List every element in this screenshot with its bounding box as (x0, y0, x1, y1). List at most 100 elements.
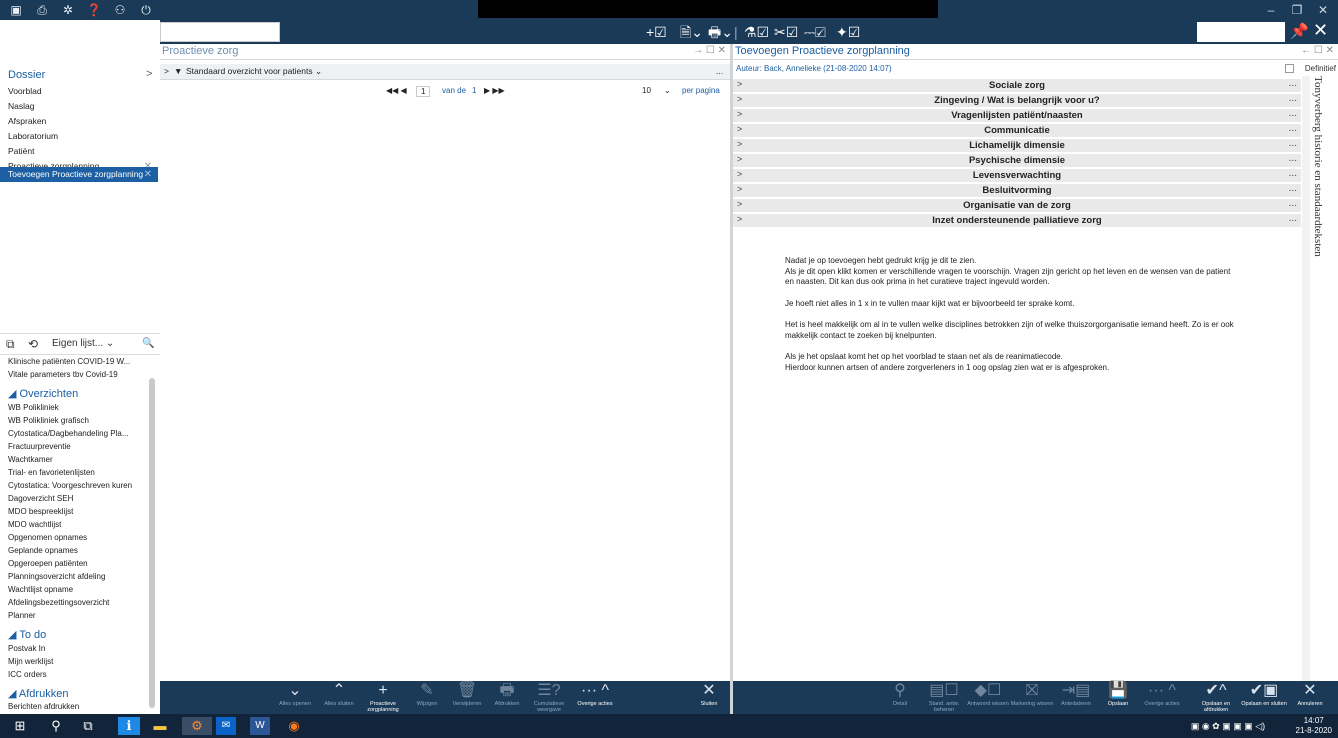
nav-item-laboratorium[interactable]: Laboratorium (8, 129, 158, 144)
section-besluitvorming[interactable]: > Besluitvorming ... (733, 183, 1301, 198)
list-item[interactable]: Planner (8, 610, 148, 622)
list-item[interactable]: MDO bespreeklijst (8, 506, 148, 518)
list-item[interactable]: Berichten afdrukken (8, 701, 148, 713)
section-palliatieve-zorg[interactable]: > Inzet ondersteunende palliatieve zorg … (733, 213, 1301, 228)
maximize-button[interactable]: ❐ (1288, 2, 1306, 18)
nav-item-voorblad[interactable]: Voorblad (8, 84, 158, 99)
ehr-app-icon[interactable]: ⚙ (182, 717, 212, 735)
cumulative-view-button[interactable]: ☰? Cumulatieve weergave (526, 681, 572, 714)
section-sociale-zorg[interactable]: > Sociale zorg ... (733, 78, 1301, 93)
list-selector-dropdown[interactable]: Eigen lijst... ⌄ (52, 338, 114, 349)
add-proactieve-zorgplanning-button[interactable]: + Proactieve zorgplanning (360, 681, 406, 714)
list-item[interactable]: Dagoverzicht SEH (8, 493, 148, 505)
section-lichamelijk[interactable]: > Lichamelijk dimensie ... (733, 138, 1301, 153)
nav-item-patient[interactable]: Patiënt (8, 144, 158, 159)
chevron-right-icon[interactable]: > (164, 66, 169, 76)
list-item[interactable]: Cytostatica/Dagbehandeling Pla... (8, 428, 148, 440)
overview-selector-dropdown[interactable]: Standaard overzicht voor patients ⌄ (186, 66, 322, 77)
document-icon[interactable]: ⎙ (34, 2, 50, 18)
search-icon[interactable]: 🔍 (142, 338, 154, 349)
collapse-all-button[interactable]: ⌃ Alles sluiten (316, 681, 362, 714)
list-item[interactable]: Wachtkamer (8, 454, 148, 466)
scissors-icon[interactable]: ✂☑ (774, 22, 798, 42)
list-item[interactable]: WB Polikliniek (8, 402, 148, 414)
firefox-icon[interactable]: ◉ (284, 717, 304, 735)
section-to-do[interactable]: ◢ To do (8, 628, 46, 641)
save-and-print-button[interactable]: ✔^ Opslaan en afdrukken (1193, 681, 1239, 714)
patient-search-input[interactable] (160, 22, 280, 42)
list-item[interactable]: Opgeroepen patiënten (8, 558, 148, 570)
help-icon[interactable]: ❓ (86, 2, 102, 18)
close-window-button[interactable]: ✕ (1314, 2, 1332, 18)
app-icon[interactable]: ▣ (8, 2, 24, 18)
list-item[interactable]: ICC orders (8, 669, 148, 681)
section-overzichten[interactable]: ◢ Overzichten (8, 387, 78, 400)
list-item[interactable]: WB Polikliniek grafisch (8, 415, 148, 427)
more-actions-button[interactable]: ··· ^ Overige acties (572, 681, 618, 714)
tabs-icon[interactable]: ⧉ (6, 337, 15, 352)
power-icon[interactable]: ⏻ (138, 2, 154, 18)
detail-button[interactable]: ⚲ Detail (877, 681, 923, 714)
chevron-down-icon[interactable]: ⌄ (664, 86, 671, 95)
lists-scrollbar[interactable] (149, 378, 155, 708)
section-levensverwachting[interactable]: > Levensverwachting ... (733, 168, 1301, 183)
clear-marking-button[interactable]: ⛝ Markering wissen (1009, 681, 1055, 714)
minimize-button[interactable]: – (1262, 2, 1280, 18)
list-item[interactable]: Klinische patiënten COVID-19 W... (8, 356, 148, 368)
right-scrollbar[interactable] (1302, 76, 1310, 682)
section-psychische[interactable]: > Psychische dimensie ... (733, 153, 1301, 168)
toolbar-field[interactable] (1197, 22, 1285, 42)
clear-answer-button[interactable]: ◆☐ Antwoord wissen (965, 681, 1011, 714)
standard-answers-button[interactable]: ▤☐ Stand. antw. beheren (921, 681, 967, 714)
star-icon[interactable]: ✦☑ (836, 22, 860, 42)
per-page-select[interactable]: 10 (642, 86, 651, 95)
info-app-icon[interactable]: ℹ (118, 717, 140, 735)
users-icon[interactable]: ⚇ (112, 2, 128, 18)
save-and-close-button[interactable]: ✔▣ Opslaan en sluiten (1241, 681, 1287, 714)
print-menu-icon[interactable]: 🖶⌄ (708, 22, 733, 42)
cancel-button[interactable]: ✕ Annuleren (1287, 681, 1333, 714)
lab-icon[interactable]: ⚗☑ (744, 22, 769, 42)
list-item[interactable]: Vitale parameters tbv Covid-19 (8, 369, 148, 381)
outlook-icon[interactable]: ✉ (216, 717, 236, 735)
gear-icon[interactable]: ✲ (60, 2, 76, 18)
nav-item-naslag[interactable]: Naslag (8, 99, 158, 114)
filter-icon[interactable]: ▼ (174, 66, 182, 76)
pin-icon[interactable]: 📌 (1290, 22, 1309, 40)
close-button[interactable]: ✕ Sluiten (686, 681, 732, 714)
chevron-right-icon[interactable]: > (146, 68, 152, 80)
search-icon[interactable]: ⚲ (46, 717, 66, 735)
definitief-checkbox[interactable] (1285, 64, 1294, 73)
panel-window-controls[interactable]: ← ☐ ✕ (1301, 45, 1334, 56)
list-item[interactable]: Mijn werklijst (8, 656, 148, 668)
antedate-button[interactable]: ⇥▤ Antedateren (1053, 681, 1099, 714)
list-item[interactable]: Fractuurpreventie (8, 441, 148, 453)
panel-window-controls[interactable]: → ☐ ✕ (693, 45, 726, 56)
list-item[interactable]: MDO wachtlijst (8, 519, 148, 531)
section-vragenlijsten[interactable]: > Vragenlijsten patiënt/naasten ... (733, 108, 1301, 123)
document-menu-icon[interactable]: 🗎⌄ (680, 22, 703, 42)
close-dossier-icon[interactable]: ✕ (1313, 20, 1328, 41)
list-item[interactable]: Geplande opnames (8, 545, 148, 557)
list-item[interactable]: Opgenomen opnames (8, 532, 148, 544)
system-tray[interactable]: ▣ ◉ ✿ ▣ ▣ ▣ ◁) (1168, 717, 1288, 735)
print-button[interactable]: 🖶 Afdrukken (484, 681, 530, 714)
measure-icon[interactable]: ⎓☑ (804, 22, 826, 42)
more-options-button[interactable]: ... (716, 66, 723, 76)
section-communicatie[interactable]: > Communicatie ... (733, 123, 1301, 138)
list-item[interactable]: Trial- en favorietenlijsten (8, 467, 148, 479)
windows-start-icon[interactable]: ⊞ (10, 717, 30, 735)
file-explorer-icon[interactable]: ▬ (150, 717, 170, 735)
word-icon[interactable]: W (250, 717, 270, 735)
list-item[interactable]: Wachtlijst opname (8, 584, 148, 596)
section-organisatie[interactable]: > Organisatie van de zorg ... (733, 198, 1301, 213)
save-button[interactable]: 💾 Opslaan (1095, 681, 1141, 714)
expand-all-button[interactable]: ⌄ Alles openen (272, 681, 318, 714)
task-view-icon[interactable]: ⧉ (78, 717, 98, 735)
close-icon[interactable]: ✕ (144, 167, 152, 182)
pager-next-buttons[interactable]: ▶ ▶▶ (484, 86, 505, 95)
side-tab[interactable]: Tonyverberg historie en standaardteksten (1312, 76, 1334, 276)
section-afdrukken[interactable]: ◢ Afdrukken (8, 687, 68, 700)
section-zingeving[interactable]: > Zingeving / Wat is belangrijk voor u? … (733, 93, 1301, 108)
clock[interactable]: 14:07 21-8-2020 (1296, 716, 1332, 736)
